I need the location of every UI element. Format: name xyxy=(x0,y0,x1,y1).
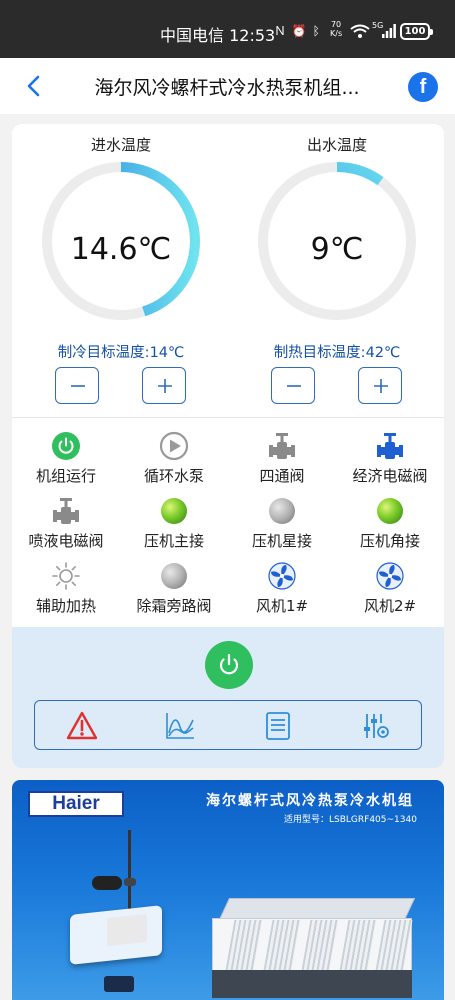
status-label: 除霜旁路阀 xyxy=(136,597,212,615)
fan-icon xyxy=(267,561,297,591)
status-four-way-valve: 四通阀 xyxy=(228,431,336,486)
unit-base xyxy=(212,970,412,998)
indicator-light-icon xyxy=(159,561,189,591)
status-label: 风机2# xyxy=(363,597,417,615)
status-label: 机组运行 xyxy=(35,467,96,485)
indicator-light-icon xyxy=(267,496,297,526)
chart-trend-icon xyxy=(166,713,194,739)
minus-icon xyxy=(287,385,301,387)
carrier-name: 中国电信 xyxy=(160,26,225,45)
status-economizer-valve: 经济电磁阀 xyxy=(336,431,444,486)
control-panel xyxy=(12,627,444,768)
battery-indicator: 100 xyxy=(400,23,433,40)
antenna-base-graphic xyxy=(124,878,136,886)
device-control-card: 进水温度 14.6℃ 制冷目标温度:14℃ 出水温度 9℃ 制热目标温度:42℃… xyxy=(12,124,444,768)
status-compressor-delta: 压机角接 xyxy=(336,496,444,551)
gauge-value: 9℃ xyxy=(310,232,364,267)
status-circulation-pump: 循环水泵 xyxy=(120,431,228,486)
status-fan-1: 风机1# xyxy=(228,561,336,616)
valve-icon xyxy=(267,431,297,461)
status-label: 压机主接 xyxy=(143,532,204,550)
page-title: 海尔风冷螺杆式冷水热泵机组... xyxy=(94,77,360,99)
valve-icon xyxy=(51,496,81,526)
connector-graphic xyxy=(104,976,134,992)
valve-icon xyxy=(375,431,405,461)
nfc-icon: Ｎ xyxy=(274,24,288,38)
cable-graphic xyxy=(92,876,122,890)
power-running-icon xyxy=(51,431,81,461)
power-button[interactable] xyxy=(205,641,253,689)
indicator-light-icon xyxy=(159,496,189,526)
product-banner[interactable]: Haier 海尔螺杆式风冷热泵冷水机组 适用型号：LSBLGRF405~1340 xyxy=(12,780,444,1000)
status-compressor-star: 压机星接 xyxy=(228,496,336,551)
signal-icon xyxy=(382,24,396,38)
banner-title: 海尔螺杆式风冷热泵冷水机组 xyxy=(206,793,414,809)
status-carrier-time: 中国电信 12:53 xyxy=(160,22,275,46)
status-label: 经济电磁阀 xyxy=(352,467,428,485)
wifi-icon xyxy=(350,24,370,38)
network-speed: 70 K/s xyxy=(330,20,342,38)
trend-chart-button[interactable] xyxy=(164,710,196,742)
status-defrost-bypass: 除霜旁路阀 xyxy=(120,561,228,616)
outlet-temp-gauge: 出水温度 9℃ 制热目标温度:42℃ xyxy=(252,134,422,362)
plus-icon xyxy=(374,379,388,393)
banner-model: 适用型号：LSBLGRF405~1340 xyxy=(284,815,417,825)
status-compressor-main: 压机主接 xyxy=(120,496,228,551)
minus-icon xyxy=(71,385,85,387)
status-label: 循环水泵 xyxy=(143,467,204,485)
status-unit-running: 机组运行 xyxy=(12,431,120,486)
network-speed-unit: K/s xyxy=(330,29,343,38)
status-label: 风机1# xyxy=(255,597,309,615)
plus-icon xyxy=(158,379,172,393)
status-injection-valve: 喷液电磁阀 xyxy=(12,496,120,551)
records-button[interactable] xyxy=(262,710,294,742)
cooling-increase-button[interactable] xyxy=(142,367,186,404)
clock: 12:53 xyxy=(229,26,276,45)
chiller-unit-graphic xyxy=(212,898,416,998)
heating-decrease-button[interactable] xyxy=(271,367,315,404)
indicator-light-icon xyxy=(375,496,405,526)
status-icons: Ｎ ⏰ ᛒ xyxy=(274,22,321,39)
gateway-label-graphic xyxy=(107,913,147,947)
gauge-value: 14.6℃ xyxy=(70,232,172,267)
inlet-temp-gauge: 进水温度 14.6℃ 制冷目标温度:14℃ xyxy=(36,134,206,362)
haier-logo: Haier xyxy=(28,791,124,817)
status-label: 辅助加热 xyxy=(35,597,96,615)
bluetooth-icon: ᛒ xyxy=(312,24,321,38)
alarm-icon: ⏰ xyxy=(291,24,308,38)
pump-icon xyxy=(159,431,189,461)
antenna-graphic xyxy=(128,830,131,920)
status-label: 压机角接 xyxy=(359,532,420,550)
gauge-label: 进水温度 xyxy=(90,136,151,154)
app-header: 海尔风冷螺杆式冷水热泵机组... f xyxy=(0,58,455,114)
heating-increase-button[interactable] xyxy=(358,367,402,404)
settings-button[interactable] xyxy=(360,710,392,742)
chevron-left-icon xyxy=(27,75,40,97)
settings-sliders-icon xyxy=(364,714,389,738)
power-icon xyxy=(219,653,239,675)
status-aux-heating: 辅助加热 xyxy=(12,561,120,616)
facebook-share-button[interactable]: f xyxy=(408,72,438,102)
cooling-target-label: 制冷目标温度:14℃ xyxy=(57,345,185,361)
heater-sun-icon xyxy=(51,561,81,591)
status-bar: 中国电信 12:53 Ｎ ⏰ ᛒ 70 K/s 5G 100 xyxy=(0,0,455,58)
status-fan-2: 风机2# xyxy=(336,561,444,616)
network-speed-value: 70 xyxy=(330,20,342,29)
back-button[interactable] xyxy=(20,72,48,100)
alarm-warning-icon xyxy=(66,711,98,740)
status-label: 压机星接 xyxy=(251,532,312,550)
fan-icon xyxy=(375,561,405,591)
tool-bar xyxy=(34,700,422,750)
gauge-label: 出水温度 xyxy=(306,136,367,154)
status-label: 四通阀 xyxy=(259,467,305,485)
cooling-decrease-button[interactable] xyxy=(55,367,99,404)
document-list-icon xyxy=(266,712,290,740)
facebook-icon: f xyxy=(419,76,427,98)
unit-top xyxy=(218,898,416,920)
heating-target-label: 制热目标温度:42℃ xyxy=(273,345,401,361)
section-divider xyxy=(12,417,444,418)
alarm-button[interactable] xyxy=(66,710,98,742)
status-label: 喷液电磁阀 xyxy=(28,532,104,550)
